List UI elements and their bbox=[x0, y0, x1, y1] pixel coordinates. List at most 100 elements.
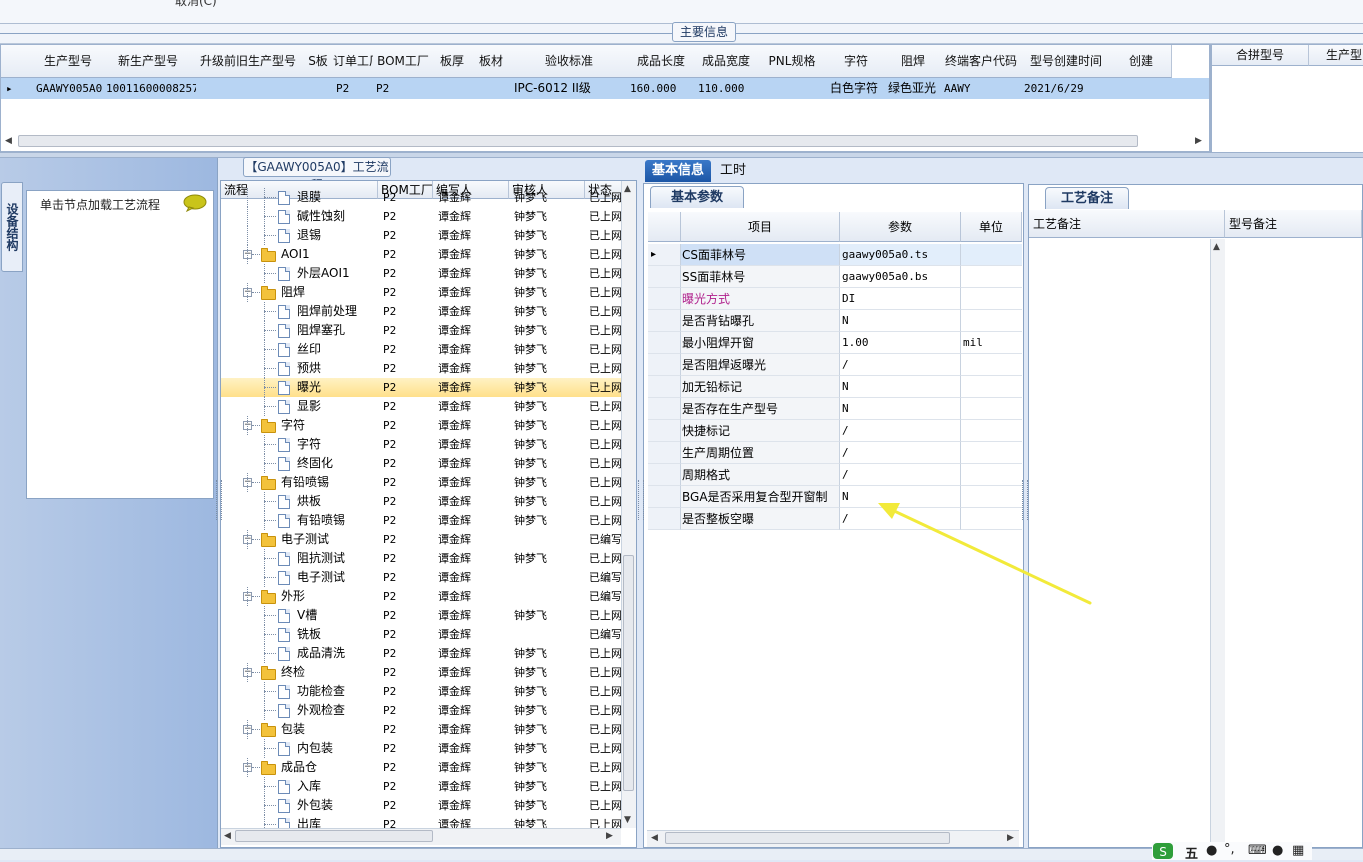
param-value[interactable]: N bbox=[840, 486, 961, 508]
process-step-name[interactable]: 阻焊塞孔 bbox=[297, 321, 345, 340]
process-step-name[interactable]: 碱性蚀刻 bbox=[297, 207, 345, 226]
cut-label[interactable]: 取消(C) bbox=[175, 0, 217, 9]
process-step-name[interactable]: 有铅喷锡 bbox=[297, 511, 345, 530]
param-value[interactable]: gaawy005a0.ts bbox=[840, 244, 961, 266]
param-row[interactable]: 生产周期位置 / bbox=[648, 442, 1022, 464]
process-tree-row[interactable]: 字符 P2 谭金辉 钟梦飞 已上网 bbox=[221, 435, 625, 454]
splitter-grip[interactable] bbox=[1022, 480, 1028, 520]
process-tree-row[interactable]: V槽 P2 谭金辉 钟梦飞 已上网 bbox=[221, 606, 625, 625]
ime-toolbar[interactable]: S 五 ● °, ⌨ ● ▦ bbox=[1152, 842, 1312, 862]
process-tree-row[interactable]: 阻焊塞孔 P2 谭金辉 钟梦飞 已上网 bbox=[221, 321, 625, 340]
param-row[interactable]: 最小阻焊开窗 1.00 mil bbox=[648, 332, 1022, 354]
process-tree-row[interactable]: 有铅喷锡 P2 谭金辉 钟梦飞 已上网 bbox=[221, 511, 625, 530]
unit-column-header[interactable]: 单位 bbox=[961, 212, 1022, 242]
scroll-right-icon[interactable]: ▶ bbox=[1007, 833, 1014, 843]
grid-cell[interactable]: 10011600008257 bbox=[103, 78, 196, 99]
column-header[interactable]: 终端客户代码 bbox=[941, 45, 1022, 78]
process-step-name[interactable]: 终固化 bbox=[297, 454, 333, 473]
remarks-vertical-scrollbar[interactable] bbox=[1210, 239, 1225, 845]
process-tree-row[interactable]: 曝光 P2 谭金辉 钟梦飞 已上网 bbox=[221, 378, 625, 397]
process-step-name[interactable]: 铣板 bbox=[297, 625, 321, 644]
process-hscroll-thumb[interactable] bbox=[235, 830, 433, 842]
process-step-name[interactable]: 退锡 bbox=[297, 226, 321, 245]
param-value[interactable]: N bbox=[840, 310, 961, 332]
process-step-name[interactable]: 字符 bbox=[297, 435, 321, 454]
scroll-left-icon[interactable]: ◀ bbox=[224, 831, 231, 841]
grid-cell[interactable]: 160.000 bbox=[627, 78, 698, 99]
grid-cell[interactable]: 2021/6/29 bbox=[1021, 78, 1114, 99]
param-value[interactable]: / bbox=[840, 420, 961, 442]
process-step-name[interactable]: 入库 bbox=[297, 777, 321, 796]
process-tree-row[interactable]: 铣板 P2 谭金辉 已编写 bbox=[221, 625, 625, 644]
param-row[interactable]: 是否存在生产型号 N bbox=[648, 398, 1022, 420]
ime-mode-label[interactable]: 五 bbox=[1185, 843, 1198, 862]
process-step-name[interactable]: 烘板 bbox=[297, 492, 321, 511]
process-step-name[interactable]: 曝光 bbox=[297, 378, 321, 397]
process-remarks-header[interactable]: 工艺备注 bbox=[1029, 210, 1225, 238]
model-remarks-header[interactable]: 型号备注 bbox=[1225, 210, 1362, 238]
process-tree-row[interactable]: 退锡 P2 谭金辉 钟梦飞 已上网 bbox=[221, 226, 625, 245]
param-value[interactable]: N bbox=[840, 398, 961, 420]
process-step-name[interactable]: 包装 bbox=[281, 720, 305, 739]
process-step-name[interactable]: 内包装 bbox=[297, 739, 333, 758]
scroll-right-icon[interactable]: ▶ bbox=[1195, 136, 1202, 146]
process-step-name[interactable]: 阻焊前处理 bbox=[297, 302, 357, 321]
param-row[interactable]: SS面菲林号 gaawy005a0.bs bbox=[648, 266, 1022, 288]
user-icon[interactable]: ● bbox=[1272, 843, 1283, 858]
keyboard-icon[interactable]: ⌨ bbox=[1248, 843, 1267, 858]
process-tree-grid[interactable]: 流程 BOM工厂 编写人 审核人 状态 退膜 P2 谭金辉 钟梦飞 已上网 碱性蚀刻 P2 谭金辉 钟梦… bbox=[220, 180, 637, 848]
column-header[interactable]: BOM工厂 bbox=[373, 45, 434, 78]
param-value[interactable]: / bbox=[840, 442, 961, 464]
moon-icon[interactable]: ● bbox=[1206, 843, 1217, 858]
grid-icon[interactable]: ▦ bbox=[1292, 843, 1304, 858]
process-tree-row[interactable]: 碱性蚀刻 P2 谭金辉 钟梦飞 已上网 bbox=[221, 207, 625, 226]
process-tree-row[interactable]: 成品清洗 P2 谭金辉 钟梦飞 已上网 bbox=[221, 644, 625, 663]
process-tree-row[interactable]: 显影 P2 谭金辉 钟梦飞 已上网 bbox=[221, 397, 625, 416]
param-value[interactable]: / bbox=[840, 464, 961, 486]
row-selector[interactable] bbox=[648, 486, 681, 508]
splitter-grip[interactable] bbox=[216, 480, 222, 520]
row-selector[interactable] bbox=[648, 376, 681, 398]
column-header[interactable]: 字符 bbox=[827, 45, 886, 78]
grid-cell[interactable]: P2 bbox=[373, 78, 436, 99]
param-row[interactable]: 周期格式 / bbox=[648, 464, 1022, 486]
param-row[interactable]: 加无铅标记 N bbox=[648, 376, 1022, 398]
column-header[interactable]: 生产型号 bbox=[33, 45, 104, 78]
process-tree-row[interactable]: − 阻焊 P2 谭金辉 钟梦飞 已上网 bbox=[221, 283, 625, 302]
process-tree-row[interactable]: 功能检查 P2 谭金辉 钟梦飞 已上网 bbox=[221, 682, 625, 701]
process-tree-row[interactable]: 退膜 P2 谭金辉 钟梦飞 已上网 bbox=[221, 188, 625, 207]
param-row[interactable]: 快捷标记 / bbox=[648, 420, 1022, 442]
process-tree-row[interactable]: 终固化 P2 谭金辉 钟梦飞 已上网 bbox=[221, 454, 625, 473]
process-step-name[interactable]: 外层AOI1 bbox=[297, 264, 350, 283]
process-tree-row[interactable]: 入库 P2 谭金辉 钟梦飞 已上网 bbox=[221, 777, 625, 796]
node-panel[interactable] bbox=[26, 190, 214, 499]
param-value[interactable]: / bbox=[840, 508, 961, 530]
process-step-name[interactable]: 外包装 bbox=[297, 796, 333, 815]
process-tree-row[interactable]: − 外形 P2 谭金辉 已编写 bbox=[221, 587, 625, 606]
process-tree-row[interactable]: 丝印 P2 谭金辉 钟梦飞 已上网 bbox=[221, 340, 625, 359]
process-step-name[interactable]: 字符 bbox=[281, 416, 305, 435]
param-column-header[interactable]: 参数 bbox=[840, 212, 961, 242]
grid-cell[interactable]: P2 bbox=[333, 78, 376, 99]
production-model-header[interactable]: 生产型 bbox=[1309, 45, 1363, 66]
row-selector[interactable] bbox=[648, 442, 681, 464]
process-tree-row[interactable]: 电子测试 P2 谭金辉 已编写 bbox=[221, 568, 625, 587]
column-header[interactable]: 阻焊 bbox=[885, 45, 942, 78]
param-value[interactable]: DI bbox=[840, 288, 961, 310]
column-header[interactable]: S板 bbox=[303, 45, 334, 78]
grid-cell[interactable]: GAAWY005A0 bbox=[33, 78, 106, 99]
param-row[interactable]: ▸ CS面菲林号 gaawy005a0.ts bbox=[648, 244, 1022, 266]
splitter-grip[interactable] bbox=[638, 480, 644, 520]
process-tree-row[interactable]: 外包装 P2 谭金辉 钟梦飞 已上网 bbox=[221, 796, 625, 815]
param-row[interactable]: 是否阻焊返曝光 / bbox=[648, 354, 1022, 376]
process-tree-row[interactable]: 阻抗测试 P2 谭金辉 钟梦飞 已上网 bbox=[221, 549, 625, 568]
row-selector[interactable] bbox=[648, 398, 681, 420]
process-tree-row[interactable]: 外层AOI1 P2 谭金辉 钟梦飞 已上网 bbox=[221, 264, 625, 283]
process-tree-row[interactable]: − 成品仓 P2 谭金辉 钟梦飞 已上网 bbox=[221, 758, 625, 777]
grid-cell[interactable]: 绿色亚光 bbox=[885, 78, 944, 99]
process-step-name[interactable]: V槽 bbox=[297, 606, 317, 625]
process-step-name[interactable]: 外形 bbox=[281, 587, 305, 606]
scroll-left-icon[interactable]: ◀ bbox=[651, 833, 658, 843]
process-tree-row[interactable]: − 终检 P2 谭金辉 钟梦飞 已上网 bbox=[221, 663, 625, 682]
param-row[interactable]: 是否整板空曝 / bbox=[648, 508, 1022, 530]
